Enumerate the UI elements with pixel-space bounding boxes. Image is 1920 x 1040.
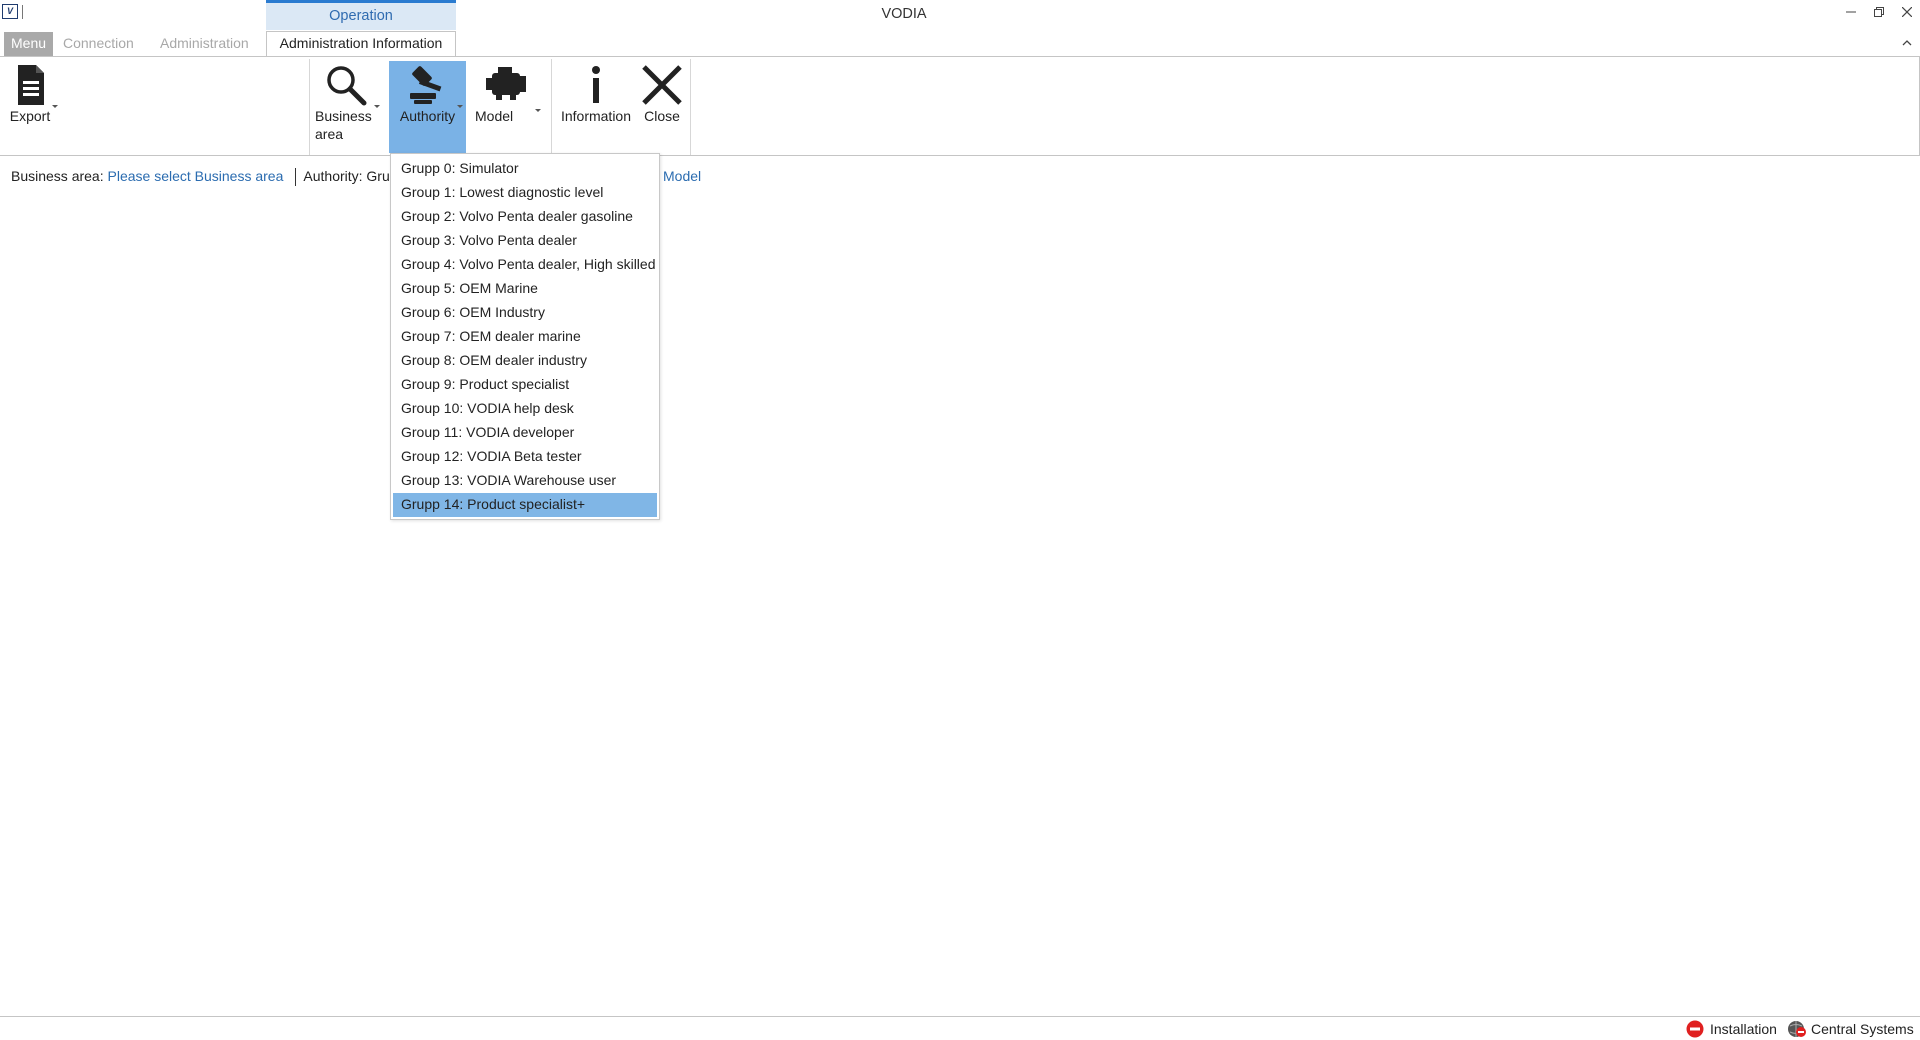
authority-label: Authority bbox=[399, 108, 456, 124]
business-area-value-link[interactable]: Please select Business area bbox=[108, 168, 284, 184]
close-icon bbox=[642, 65, 682, 105]
status-bar: Installation Central Systems bbox=[0, 1016, 1920, 1040]
info-icon bbox=[592, 66, 600, 103]
export-label: Export bbox=[9, 108, 51, 124]
authority-option[interactable]: Group 8: OEM dealer industry bbox=[393, 349, 657, 373]
authority-option[interactable]: Group 5: OEM Marine bbox=[393, 277, 657, 301]
window-close-button[interactable] bbox=[1894, 2, 1920, 22]
central-systems-label: Central Systems bbox=[1811, 1021, 1914, 1037]
error-icon bbox=[1686, 1020, 1704, 1038]
authority-option[interactable]: Group 6: OEM Industry bbox=[393, 301, 657, 325]
collapse-ribbon-icon[interactable] bbox=[1900, 36, 1914, 50]
tab-menu[interactable]: Menu bbox=[4, 32, 54, 56]
ribbon-group-separator-2 bbox=[551, 59, 552, 155]
model-button[interactable]: Model bbox=[469, 61, 543, 153]
model-label: Model bbox=[475, 108, 514, 124]
authority-option[interactable]: Group 11: VODIA developer bbox=[393, 421, 657, 445]
authority-option[interactable]: Group 12: VODIA Beta tester bbox=[393, 445, 657, 469]
authority-option[interactable]: Group 4: Volvo Penta dealer, High skille… bbox=[393, 253, 657, 277]
business-area-dropdown-caret bbox=[374, 105, 380, 108]
info-separator bbox=[295, 168, 297, 187]
ribbon-group-separator-3 bbox=[690, 59, 691, 155]
close-button[interactable]: Close bbox=[638, 61, 686, 153]
document-icon bbox=[18, 65, 44, 105]
restore-icon bbox=[1874, 7, 1884, 17]
close-window-icon bbox=[1901, 6, 1913, 18]
selection-info-line: Business area: Please select Business ar… bbox=[11, 168, 417, 187]
authority-option[interactable]: Group 13: VODIA Warehouse user bbox=[393, 469, 657, 493]
model-dropdown-caret bbox=[535, 109, 541, 112]
search-icon bbox=[327, 66, 367, 106]
tab-connection[interactable]: Connection bbox=[56, 32, 141, 56]
business-area-button[interactable]: Business area bbox=[311, 61, 381, 153]
export-button[interactable]: Export bbox=[4, 61, 58, 153]
business-area-key: Business area: bbox=[11, 168, 104, 184]
authority-button[interactable]: Authority bbox=[389, 61, 466, 153]
authority-key: Authority: bbox=[303, 168, 363, 184]
window-title: VODIA bbox=[881, 6, 927, 22]
restore-button[interactable] bbox=[1866, 2, 1892, 22]
authority-option[interactable]: Grupp 0: Simulator bbox=[393, 157, 657, 181]
close-label: Close bbox=[644, 108, 680, 124]
installation-status[interactable]: Installation bbox=[1686, 1019, 1796, 1039]
information-label: Information bbox=[560, 108, 632, 124]
authority-option[interactable]: Group 2: Volvo Penta dealer gasoline bbox=[393, 205, 657, 229]
authority-option[interactable]: Group 10: VODIA help desk bbox=[393, 397, 657, 421]
model-link[interactable]: Model bbox=[663, 168, 701, 184]
central-systems-status[interactable]: Central Systems bbox=[1787, 1019, 1917, 1039]
authority-option[interactable]: Group 1: Lowest diagnostic level bbox=[393, 181, 657, 205]
engine-icon bbox=[486, 67, 526, 100]
business-area-label: Business area bbox=[315, 108, 372, 142]
minimize-button[interactable] bbox=[1838, 2, 1864, 22]
authority-dropdown-caret bbox=[457, 105, 463, 108]
ribbon-group-separator bbox=[309, 59, 310, 155]
authority-option[interactable]: Group 9: Product specialist bbox=[393, 373, 657, 397]
authority-option[interactable]: Group 3: Volvo Penta dealer bbox=[393, 229, 657, 253]
gavel-icon bbox=[409, 66, 441, 104]
ribbon-tabs: Menu Connection Administration Administr… bbox=[0, 30, 1920, 57]
export-dropdown-caret bbox=[52, 105, 58, 108]
minimize-icon bbox=[1846, 11, 1856, 13]
installation-label: Installation bbox=[1710, 1021, 1777, 1037]
authority-dropdown: Grupp 0: Simulator Group 1: Lowest diagn… bbox=[390, 153, 660, 520]
ribbon: Export Business area Authority Model Inf… bbox=[0, 56, 1920, 156]
title-bar: V Operation VODIA bbox=[0, 0, 1920, 30]
globe-error-icon bbox=[1788, 1021, 1806, 1037]
tab-administration-information[interactable]: Administration Information bbox=[266, 31, 456, 57]
information-button[interactable]: Information bbox=[555, 61, 637, 153]
authority-option[interactable]: Group 7: OEM dealer marine bbox=[393, 325, 657, 349]
tab-administration[interactable]: Administration bbox=[153, 32, 256, 56]
authority-option[interactable]: Grupp 14: Product specialist+ bbox=[393, 493, 657, 517]
